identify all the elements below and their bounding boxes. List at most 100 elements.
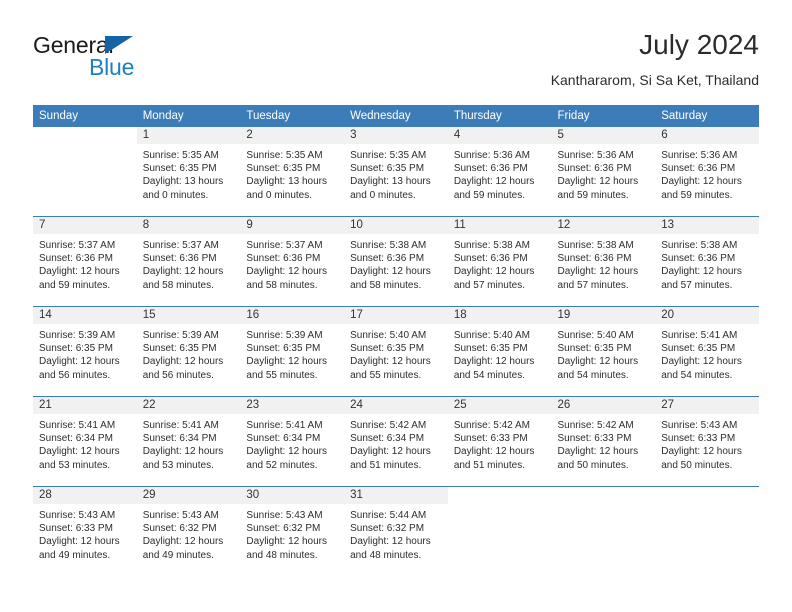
day-cell-content: 17 Sunrise: 5:40 AM Sunset: 6:35 PM Dayligh… bbox=[344, 307, 448, 396]
day-info-line: and 0 minutes. bbox=[142, 189, 209, 201]
calendar-day-cell[interactable]: 17 Sunrise: 5:40 AM Sunset: 6:35 PM Dayligh… bbox=[344, 306, 448, 397]
day-cell-content: 21 Sunrise: 5:41 AM Sunset: 6:34 PM Dayligh… bbox=[33, 397, 137, 486]
calendar-week-row: 28 Sunrise: 5:43 AM Sunset: 6:33 PM Dayligh… bbox=[33, 486, 759, 576]
day-info-line: Sunset: 6:36 PM bbox=[453, 253, 528, 265]
day-info-line: Sunset: 6:36 PM bbox=[246, 253, 321, 265]
calendar-day-cell[interactable]: 27 Sunrise: 5:43 AM Sunset: 6:33 PM Dayligh… bbox=[655, 396, 759, 487]
calendar-empty-cell bbox=[551, 486, 656, 576]
calendar-day-cell[interactable]: 13 Sunrise: 5:38 AM Sunset: 6:36 PM Dayligh… bbox=[655, 216, 759, 307]
calendar-day-cell[interactable]: 9 Sunrise: 5:37 AM Sunset: 6:36 PM Daylight… bbox=[240, 216, 345, 307]
day-cell-content bbox=[448, 487, 552, 576]
day-info-line: Sunrise: 5:40 AM bbox=[557, 330, 634, 341]
day-number: 30 bbox=[240, 487, 345, 504]
day-info-line: Sunrise: 5:35 AM bbox=[350, 150, 427, 161]
day-info-line: Sunset: 6:36 PM bbox=[557, 163, 632, 175]
calendar-day-cell[interactable]: 19 Sunrise: 5:40 AM Sunset: 6:35 PM Dayligh… bbox=[551, 306, 656, 397]
day-info-line: Sunset: 6:32 PM bbox=[350, 523, 425, 535]
calendar-day-cell[interactable]: 26 Sunrise: 5:42 AM Sunset: 6:33 PM Dayligh… bbox=[551, 396, 656, 487]
calendar-day-cell[interactable]: 8 Sunrise: 5:37 AM Sunset: 6:36 PM Daylight… bbox=[136, 216, 241, 307]
day-cell-content: 6 Sunrise: 5:36 AM Sunset: 6:36 PM Daylight… bbox=[655, 127, 759, 216]
calendar-day-cell[interactable]: 16 Sunrise: 5:39 AM Sunset: 6:35 PM Dayligh… bbox=[240, 306, 345, 397]
day-info-line: Sunset: 6:34 PM bbox=[39, 433, 113, 445]
day-sun-info: Sunrise: 5:42 AM Sunset: 6:33 PM Daylight:… bbox=[448, 414, 552, 472]
day-info-line: Sunset: 6:33 PM bbox=[453, 433, 528, 445]
day-cell-content: 11 Sunrise: 5:38 AM Sunset: 6:36 PM Dayligh… bbox=[447, 217, 552, 306]
day-info-line: Daylight: 13 hours bbox=[142, 176, 224, 188]
calendar-day-cell[interactable]: 14 Sunrise: 5:39 AM Sunset: 6:35 PM Dayligh… bbox=[33, 306, 137, 397]
calendar-day-cell[interactable]: 4 Sunrise: 5:36 AM Sunset: 6:36 PM Daylight… bbox=[447, 127, 552, 217]
day-info-line: Sunrise: 5:37 AM bbox=[142, 240, 219, 251]
day-info-line: and 55 minutes. bbox=[246, 369, 318, 381]
calendar-day-cell[interactable]: 24 Sunrise: 5:42 AM Sunset: 6:34 PM Dayligh… bbox=[344, 396, 448, 487]
calendar-day-cell[interactable]: 31 Sunrise: 5:44 AM Sunset: 6:32 PM Dayligh… bbox=[344, 486, 448, 576]
calendar-day-cell[interactable]: 1 Sunrise: 5:35 AM Sunset: 6:35 PM Daylight… bbox=[136, 127, 241, 217]
calendar-day-cell[interactable]: 21 Sunrise: 5:41 AM Sunset: 6:34 PM Dayligh… bbox=[33, 396, 137, 487]
day-info-line: Sunset: 6:36 PM bbox=[661, 163, 736, 175]
calendar-day-cell[interactable]: 22 Sunrise: 5:41 AM Sunset: 6:34 PM Dayligh… bbox=[136, 396, 241, 487]
day-info-line: Daylight: 12 hours bbox=[453, 356, 535, 368]
day-info-line: Daylight: 12 hours bbox=[557, 356, 639, 368]
day-info-line: Daylight: 12 hours bbox=[39, 536, 120, 548]
calendar-day-cell[interactable]: 12 Sunrise: 5:38 AM Sunset: 6:36 PM Dayligh… bbox=[551, 216, 656, 307]
day-sun-info: Sunrise: 5:39 AM Sunset: 6:35 PM Daylight:… bbox=[33, 324, 137, 382]
day-info-line: and 55 minutes. bbox=[350, 369, 422, 381]
calendar-day-cell[interactable]: 18 Sunrise: 5:40 AM Sunset: 6:35 PM Dayligh… bbox=[447, 306, 552, 397]
calendar-day-cell[interactable]: 30 Sunrise: 5:43 AM Sunset: 6:32 PM Dayligh… bbox=[240, 486, 345, 576]
day-cell-content: 5 Sunrise: 5:36 AM Sunset: 6:36 PM Daylight… bbox=[551, 127, 656, 216]
day-info-line: and 49 minutes. bbox=[39, 549, 111, 561]
calendar-week-row: 21 Sunrise: 5:41 AM Sunset: 6:34 PM Dayligh… bbox=[33, 396, 759, 487]
day-number: 11 bbox=[447, 217, 552, 234]
page-title: July 2024 bbox=[639, 29, 759, 60]
calendar-day-cell[interactable]: 15 Sunrise: 5:39 AM Sunset: 6:35 PM Dayligh… bbox=[136, 306, 241, 397]
day-info-line: Sunrise: 5:36 AM bbox=[557, 150, 634, 161]
weekday-header-friday: Friday bbox=[551, 105, 656, 127]
day-info-line: Sunset: 6:35 PM bbox=[350, 343, 425, 355]
day-info-line: Sunset: 6:35 PM bbox=[142, 343, 217, 355]
day-cell-content: 2 Sunrise: 5:35 AM Sunset: 6:35 PM Daylight… bbox=[240, 127, 345, 216]
day-sun-info: Sunrise: 5:35 AM Sunset: 6:35 PM Daylight:… bbox=[344, 144, 448, 202]
day-info-line: Daylight: 12 hours bbox=[661, 446, 742, 458]
calendar-day-cell[interactable]: 29 Sunrise: 5:43 AM Sunset: 6:32 PM Dayligh… bbox=[136, 486, 241, 576]
day-info-line: Daylight: 12 hours bbox=[661, 266, 742, 278]
day-cell-content: 18 Sunrise: 5:40 AM Sunset: 6:35 PM Dayligh… bbox=[447, 307, 552, 396]
calendar-day-cell[interactable]: 28 Sunrise: 5:43 AM Sunset: 6:33 PM Dayligh… bbox=[33, 486, 137, 576]
day-info-line: Sunset: 6:34 PM bbox=[246, 433, 321, 445]
calendar-day-cell[interactable]: 20 Sunrise: 5:41 AM Sunset: 6:35 PM Dayligh… bbox=[655, 306, 759, 397]
day-info-line: Sunrise: 5:39 AM bbox=[142, 330, 219, 341]
calendar-day-cell[interactable]: 3 Sunrise: 5:35 AM Sunset: 6:35 PM Daylight… bbox=[344, 127, 448, 217]
day-info-line: Daylight: 12 hours bbox=[246, 356, 328, 368]
day-info-line: Sunset: 6:33 PM bbox=[661, 433, 736, 445]
day-cell-content: 3 Sunrise: 5:35 AM Sunset: 6:35 PM Daylight… bbox=[344, 127, 448, 216]
day-info-line: Sunset: 6:34 PM bbox=[350, 433, 425, 445]
calendar-day-cell[interactable]: 7 Sunrise: 5:37 AM Sunset: 6:36 PM Daylight… bbox=[33, 216, 137, 307]
day-sun-info: Sunrise: 5:43 AM Sunset: 6:32 PM Daylight:… bbox=[240, 504, 344, 562]
day-info-line: and 56 minutes. bbox=[142, 369, 214, 381]
day-number: 21 bbox=[33, 397, 137, 414]
calendar-header-row: Sunday Monday Tuesday Wednesday Thursday Frid… bbox=[33, 105, 759, 127]
day-cell-content: 20 Sunrise: 5:41 AM Sunset: 6:35 PM Dayligh… bbox=[655, 307, 759, 396]
day-number: 20 bbox=[655, 307, 759, 324]
calendar-day-cell[interactable]: 2 Sunrise: 5:35 AM Sunset: 6:35 PM Daylight… bbox=[240, 127, 345, 217]
calendar-day-cell[interactable]: 25 Sunrise: 5:42 AM Sunset: 6:33 PM Dayligh… bbox=[447, 396, 552, 487]
day-info-line: and 59 minutes. bbox=[661, 189, 733, 201]
day-cell-content: 9 Sunrise: 5:37 AM Sunset: 6:36 PM Daylight… bbox=[240, 217, 345, 306]
calendar-day-cell[interactable]: 11 Sunrise: 5:38 AM Sunset: 6:36 PM Dayligh… bbox=[447, 216, 552, 307]
weekday-header-thursday: Thursday bbox=[447, 105, 552, 127]
day-info-line: and 58 minutes. bbox=[246, 279, 318, 291]
day-sun-info: Sunrise: 5:36 AM Sunset: 6:36 PM Daylight:… bbox=[552, 144, 656, 202]
day-info-line: Sunset: 6:35 PM bbox=[246, 163, 321, 175]
day-info-line: Sunset: 6:35 PM bbox=[661, 343, 736, 355]
day-info-line: Daylight: 12 hours bbox=[350, 446, 431, 458]
day-sun-info: Sunrise: 5:43 AM Sunset: 6:32 PM Daylight:… bbox=[137, 504, 241, 562]
calendar-day-cell[interactable]: 23 Sunrise: 5:41 AM Sunset: 6:34 PM Dayligh… bbox=[240, 396, 345, 487]
calendar-body: 1 Sunrise: 5:35 AM Sunset: 6:35 PM Daylight… bbox=[33, 127, 759, 576]
day-number: 6 bbox=[655, 127, 759, 144]
calendar-day-cell[interactable]: 5 Sunrise: 5:36 AM Sunset: 6:36 PM Daylight… bbox=[551, 127, 656, 217]
day-info-line: Sunrise: 5:36 AM bbox=[453, 150, 530, 161]
calendar-day-cell[interactable]: 6 Sunrise: 5:36 AM Sunset: 6:36 PM Daylight… bbox=[655, 127, 759, 217]
calendar-day-cell[interactable]: 10 Sunrise: 5:38 AM Sunset: 6:36 PM Dayligh… bbox=[344, 216, 448, 307]
day-info-line: Daylight: 12 hours bbox=[557, 446, 639, 458]
day-info-line: Daylight: 12 hours bbox=[142, 536, 224, 548]
day-number: 24 bbox=[344, 397, 448, 414]
day-cell-content: 8 Sunrise: 5:37 AM Sunset: 6:36 PM Daylight… bbox=[136, 217, 241, 306]
